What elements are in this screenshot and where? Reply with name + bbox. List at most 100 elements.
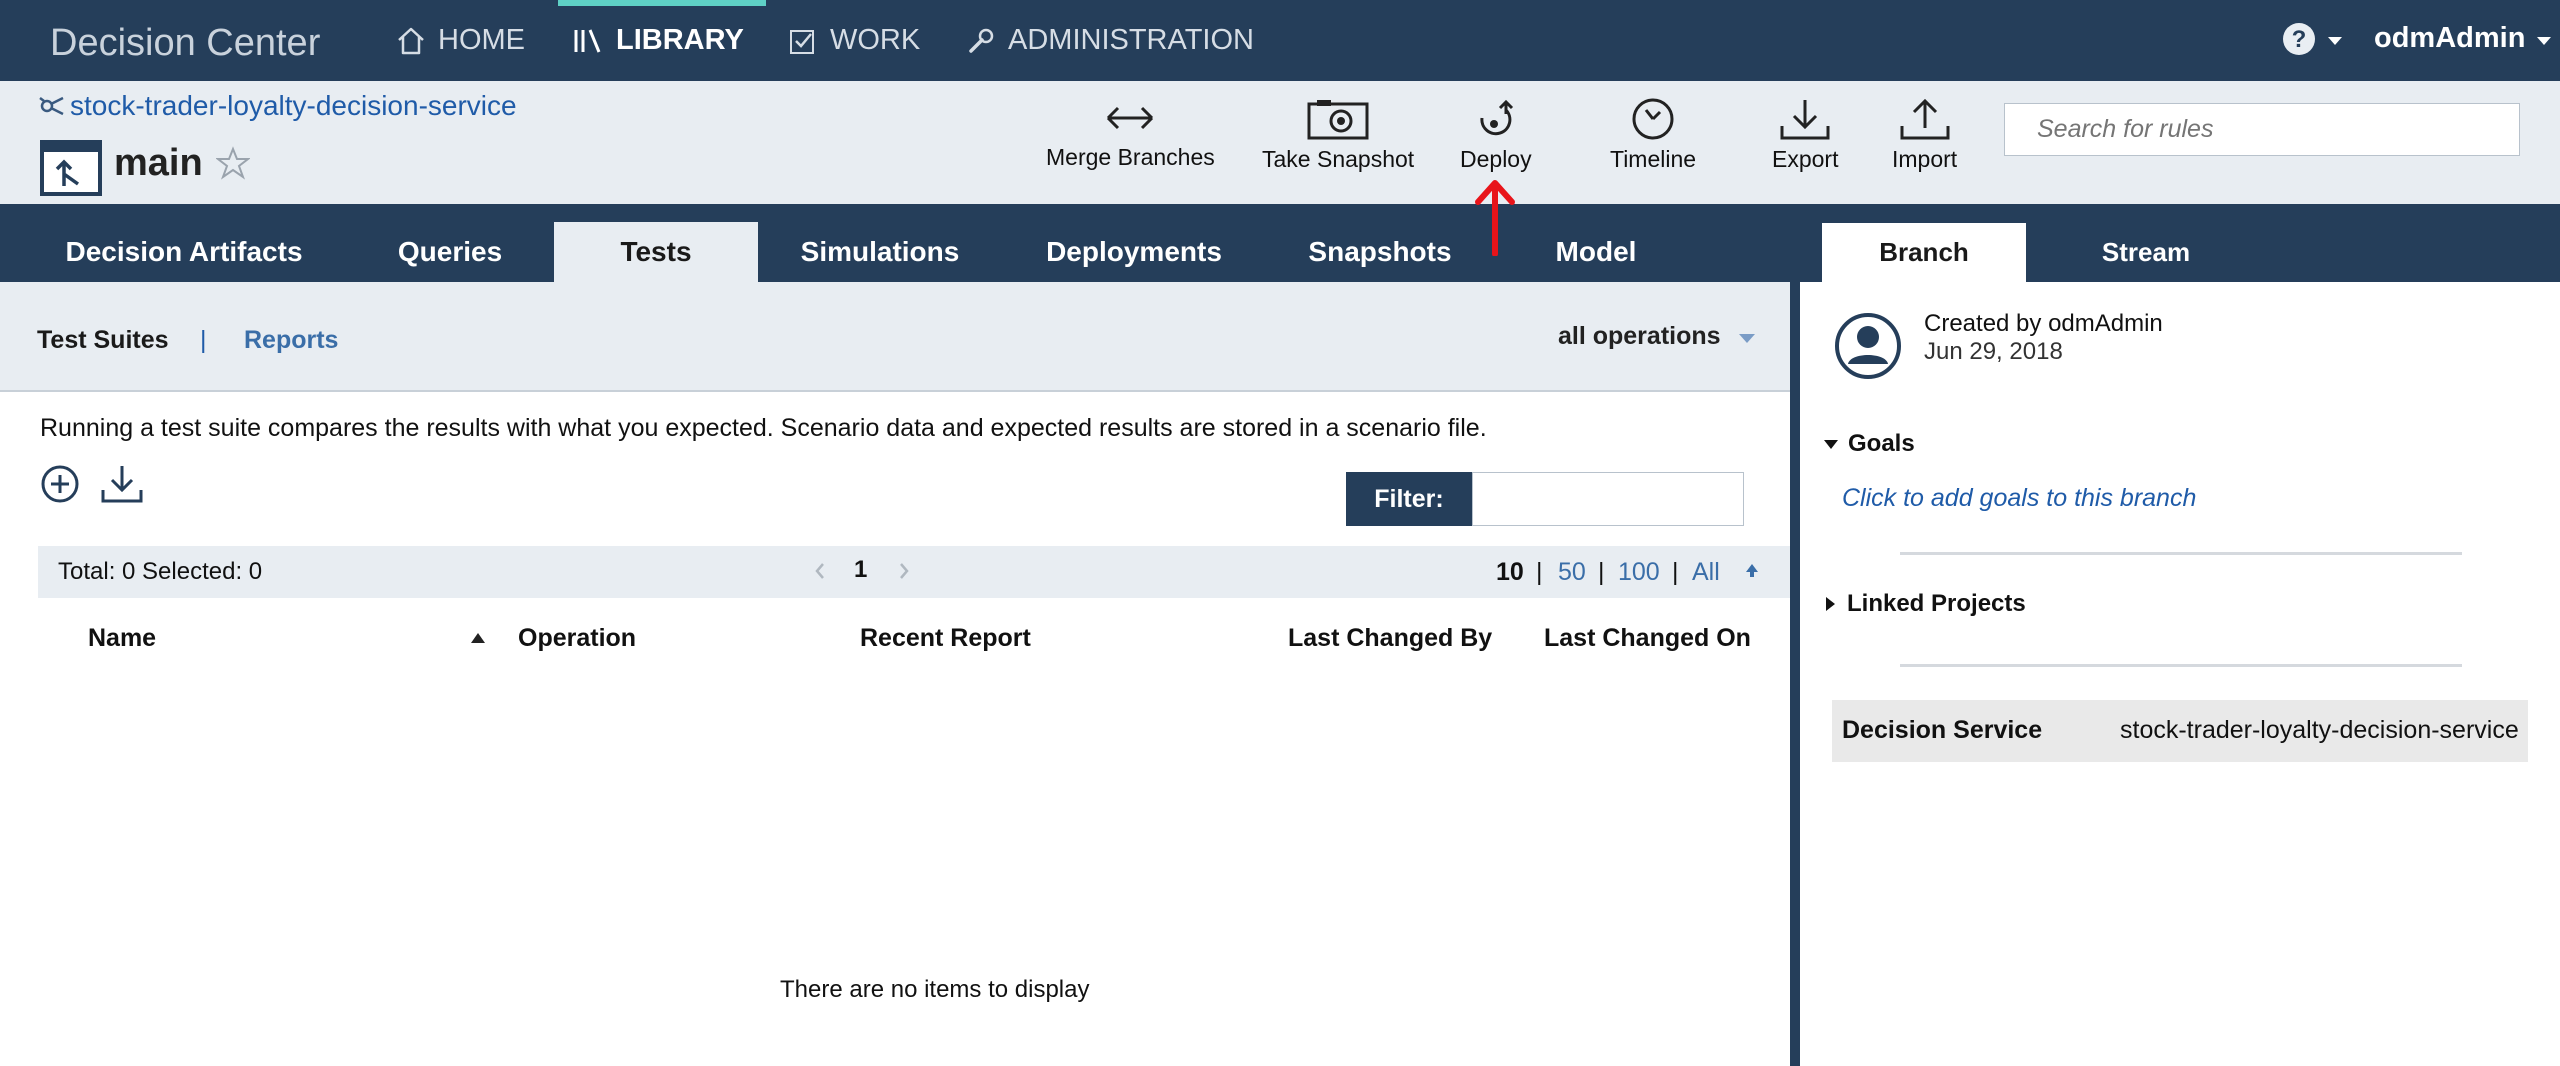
pagination-bar <box>38 546 1790 598</box>
nav-library[interactable]: LIBRARY <box>572 0 744 81</box>
created-date: Jun 29, 2018 <box>1924 338 2063 365</box>
section-divider <box>1900 664 2462 667</box>
checkbox-icon <box>788 26 818 56</box>
import-button[interactable]: Import <box>1892 98 1957 173</box>
nav-work-label: WORK <box>830 24 921 56</box>
tab-queries[interactable]: Queries <box>362 222 538 282</box>
add-goals-link[interactable]: Click to add goals to this branch <box>1842 484 2196 513</box>
project-breadcrumb[interactable]: stock-trader-loyalty-decision-service <box>38 90 517 122</box>
search-rules-input[interactable] <box>2004 103 2520 156</box>
page-size-all[interactable]: All <box>1692 558 1720 587</box>
tab-snapshots[interactable]: Snapshots <box>1296 222 1464 282</box>
nav-home-label: HOME <box>438 24 525 56</box>
chevron-down-icon <box>1738 333 1755 343</box>
panel-divider[interactable] <box>1790 282 1800 1066</box>
import-test-suite-button[interactable] <box>100 464 144 504</box>
user-name: odmAdmin <box>2374 22 2526 54</box>
nav-library-label: LIBRARY <box>616 24 744 56</box>
branch-icon <box>40 140 102 196</box>
tab-stream[interactable]: Stream <box>2044 223 2248 282</box>
subnav-test-suites[interactable]: Test Suites <box>37 326 169 355</box>
page-size-separator: | <box>1598 558 1605 586</box>
sort-ascending-icon[interactable] <box>470 632 486 644</box>
nav-administration-label: ADMINISTRATION <box>1008 24 1254 56</box>
filter-input[interactable] <box>1472 472 1744 526</box>
tab-tests[interactable]: Tests <box>554 222 758 282</box>
user-avatar-icon <box>1834 312 1902 380</box>
page-size-100[interactable]: 100 <box>1618 558 1660 587</box>
deploy-label: Deploy <box>1460 146 1532 172</box>
column-header-recent-report[interactable]: Recent Report <box>860 624 1031 653</box>
take-snapshot-label: Take Snapshot <box>1262 146 1415 172</box>
page-size-50[interactable]: 50 <box>1558 558 1586 587</box>
user-menu[interactable]: odmAdmin <box>2374 22 2552 55</box>
nav-administration[interactable]: ADMINISTRATION <box>966 0 1254 81</box>
previous-page-button[interactable] <box>814 562 826 580</box>
nav-home[interactable]: HOME <box>396 0 525 81</box>
add-circle-icon <box>40 464 80 504</box>
filter-label: Filter: <box>1346 472 1472 526</box>
wrench-icon <box>966 26 996 56</box>
column-header-last-changed-by[interactable]: Last Changed By <box>1288 624 1492 653</box>
test-suite-description: Running a test suite compares the result… <box>40 414 1487 442</box>
timeline-button[interactable]: Timeline <box>1610 98 1696 173</box>
current-page[interactable]: 1 <box>854 556 867 584</box>
tab-deployments[interactable]: Deployments <box>1028 222 1240 282</box>
merge-branches-button[interactable]: Merge Branches <box>1046 98 1215 171</box>
help-menu[interactable]: ? <box>2282 22 2342 56</box>
column-header-name[interactable]: Name <box>88 624 156 653</box>
deploy-icon <box>1470 98 1522 140</box>
help-icon: ? <box>2282 22 2316 56</box>
user-caret-icon <box>2537 36 2552 45</box>
project-icon <box>38 92 66 120</box>
goals-heading: Goals <box>1848 430 1915 457</box>
take-snapshot-button[interactable]: Take Snapshot <box>1262 98 1414 173</box>
timeline-label: Timeline <box>1610 146 1697 172</box>
double-arrow-icon <box>1102 98 1158 138</box>
column-header-operation[interactable]: Operation <box>518 624 636 653</box>
library-icon <box>572 26 604 56</box>
goals-section-toggle[interactable]: Goals <box>1824 430 1915 458</box>
export-button[interactable]: Export <box>1772 98 1838 173</box>
subnav-separator: | <box>200 326 207 354</box>
merge-branches-label: Merge Branches <box>1046 144 1215 170</box>
branch-name: main <box>114 142 203 184</box>
subnav-reports[interactable]: Reports <box>244 326 338 355</box>
app-title: Decision Center <box>50 22 321 64</box>
tab-simulations[interactable]: Simulations <box>782 222 978 282</box>
project-name: stock-trader-loyalty-decision-service <box>70 90 517 121</box>
operations-dropdown[interactable]: all operations <box>1558 322 1755 351</box>
empty-table-message: There are no items to display <box>780 976 1090 1003</box>
section-divider <box>1900 552 2462 555</box>
import-label: Import <box>1892 146 1958 172</box>
deploy-button[interactable]: Deploy <box>1460 98 1532 173</box>
home-icon <box>396 26 426 56</box>
page-size-separator: | <box>1536 558 1543 586</box>
decision-service-value: stock-trader-loyalty-decision-service <box>2120 716 2519 744</box>
decision-service-label: Decision Service <box>1842 716 2043 744</box>
download-icon <box>1778 98 1832 140</box>
linked-projects-toggle[interactable]: Linked Projects <box>1826 590 2026 618</box>
star-icon[interactable] <box>216 146 250 180</box>
column-header-last-changed-on[interactable]: Last Changed On <box>1544 624 1751 653</box>
caret-down-icon <box>1824 439 1838 449</box>
caret-right-icon <box>1826 597 1835 611</box>
page-size-separator: | <box>1672 558 1679 586</box>
download-icon <box>100 464 144 504</box>
linked-projects-heading: Linked Projects <box>1847 590 2026 617</box>
page-size-10[interactable]: 10 <box>1496 558 1524 587</box>
add-test-suite-button[interactable] <box>40 464 80 504</box>
help-caret-icon <box>2328 37 2342 45</box>
next-page-button[interactable] <box>898 562 910 580</box>
clock-icon <box>1630 98 1676 140</box>
scroll-to-top-button[interactable] <box>1744 562 1760 578</box>
camera-icon <box>1307 98 1369 140</box>
tab-decision-artifacts[interactable]: Decision Artifacts <box>36 222 332 282</box>
svg-text:?: ? <box>2292 26 2307 53</box>
tab-branch[interactable]: Branch <box>1822 223 2026 282</box>
nav-work[interactable]: WORK <box>788 0 920 81</box>
annotation-arrow-icon <box>1474 178 1516 256</box>
created-by: Created by odmAdmin <box>1924 310 2163 337</box>
tab-model[interactable]: Model <box>1530 222 1662 282</box>
operations-dropdown-label: all operations <box>1558 322 1721 350</box>
